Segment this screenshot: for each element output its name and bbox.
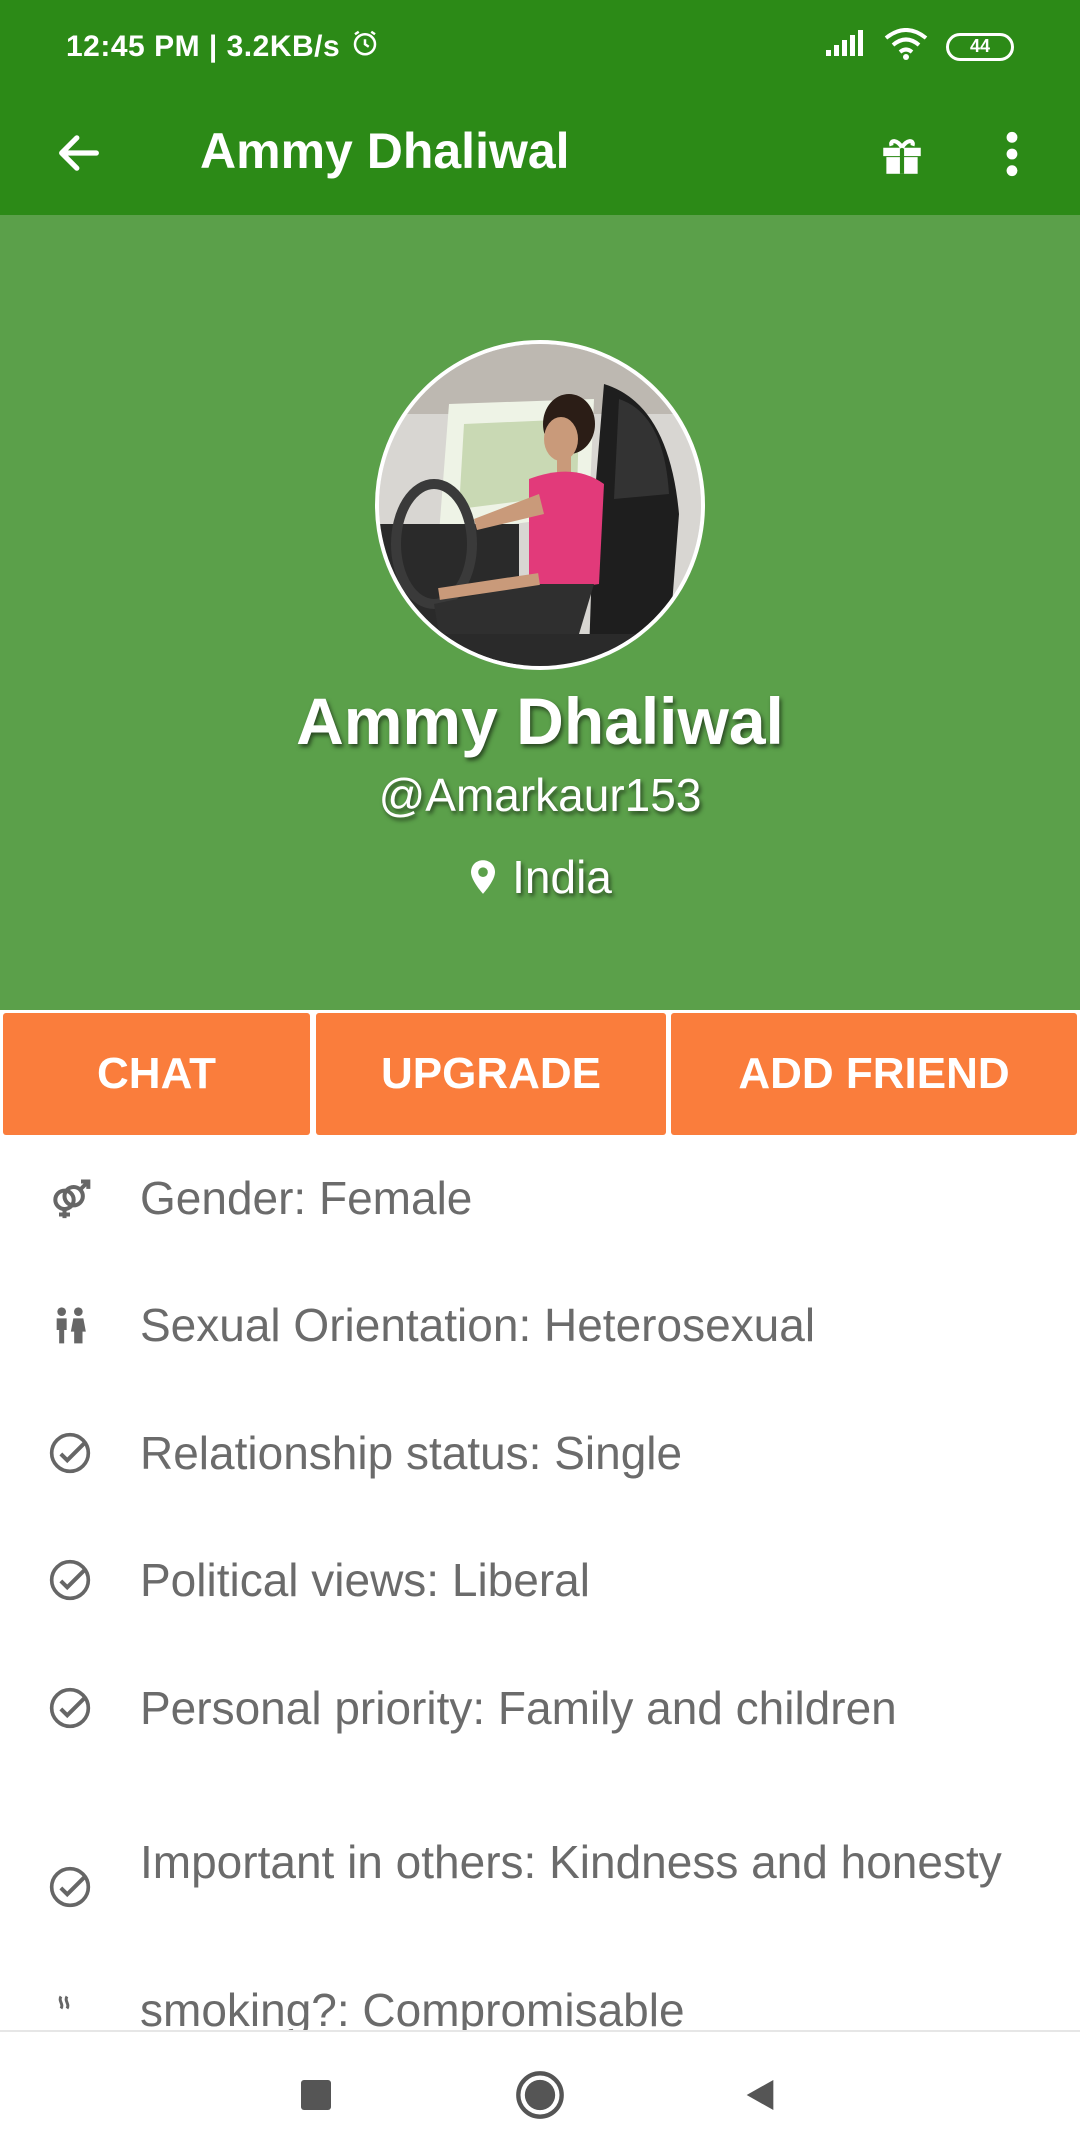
circle-icon: [516, 2071, 564, 2119]
alarm-icon: [350, 28, 380, 66]
gift-icon: [883, 139, 921, 174]
action-buttons: CHAT UPGRADE ADD FRIEND: [0, 1010, 1080, 1138]
profile-photo: [379, 344, 701, 666]
page-title: Ammy Dhaliwal: [200, 123, 570, 179]
upgrade-button[interactable]: UPGRADE: [316, 1013, 666, 1135]
profile-details-list[interactable]: Gender: Female Sexual Orientation: Heter…: [0, 1138, 1080, 2030]
top-bar: 12:45 PM | 3.2KB/s 44 Ammy Dhaliwal: [0, 0, 1080, 215]
back-button[interactable]: [40, 114, 118, 192]
battery-level: 44: [969, 36, 991, 56]
check-circle-icon: [44, 1427, 96, 1479]
check-circle-icon: [44, 1554, 96, 1606]
detail-text: Sexual Orientation: Heterosexual: [140, 1299, 816, 1351]
more-vertical-icon: [1006, 131, 1018, 177]
wifi-icon: [884, 28, 928, 65]
square-icon: [301, 2080, 331, 2110]
detail-text: smoking?: Compromisable: [140, 1984, 685, 2030]
profile-name: Ammy Dhaliwal: [296, 684, 784, 758]
home-button[interactable]: [505, 2060, 575, 2130]
status-time-speed: 12:45 PM | 3.2KB/s: [66, 30, 341, 63]
gender-icon: [44, 1172, 96, 1224]
back-nav-button[interactable]: [725, 2060, 795, 2130]
status-bar: 12:45 PM | 3.2KB/s 44: [0, 0, 1080, 92]
system-nav-bar: [0, 2030, 1080, 2150]
check-circle-icon: [44, 1861, 96, 1913]
signal-icon: [824, 30, 866, 63]
triangle-back-icon: [746, 2080, 774, 2110]
location-text: India: [512, 851, 612, 903]
couple-icon: [44, 1299, 96, 1351]
profile-header: Ammy Dhaliwal @Amarkaur153 India: [0, 215, 1080, 1010]
gift-button[interactable]: [864, 116, 940, 192]
detail-text: Relationship status: Single: [140, 1427, 683, 1479]
check-circle-icon: [44, 1682, 96, 1734]
battery-icon: 44: [946, 32, 1014, 61]
profile-location: India: [0, 850, 1080, 904]
status-left: 12:45 PM | 3.2KB/s: [66, 28, 380, 66]
detail-text: Political views: Liberal: [140, 1554, 590, 1606]
profile-username: @Amarkaur153: [378, 769, 702, 821]
recents-button[interactable]: [281, 2060, 351, 2130]
detail-text: Personal priority: Family and children: [140, 1682, 897, 1734]
arrow-left-icon: [59, 135, 99, 171]
app-bar: Ammy Dhaliwal: [0, 92, 1080, 215]
detail-text: Important in others: Kindness and honest…: [140, 1836, 1002, 1888]
chat-button[interactable]: CHAT: [3, 1013, 310, 1135]
location-pin-icon: [471, 860, 496, 894]
status-right: 44: [824, 28, 1014, 65]
smoking-icon: [44, 1984, 96, 2030]
detail-text: Gender: Female: [140, 1172, 473, 1224]
more-options-button[interactable]: [974, 116, 1050, 192]
add-friend-button[interactable]: ADD FRIEND: [671, 1013, 1077, 1135]
avatar[interactable]: [375, 340, 705, 670]
